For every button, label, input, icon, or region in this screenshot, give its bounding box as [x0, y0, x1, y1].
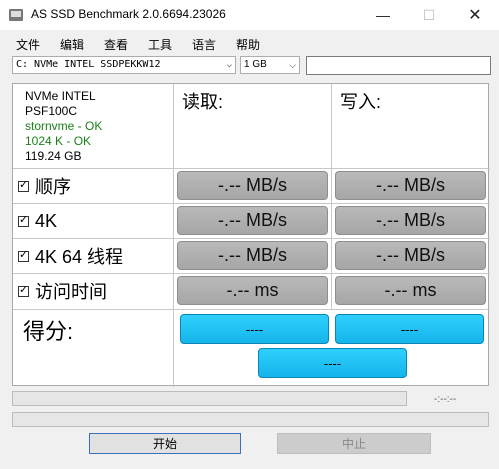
checkbox-checked-icon[interactable] [18, 283, 29, 297]
test-label: 4K 64 线程 [35, 247, 124, 267]
start-button[interactable]: 开始 [89, 433, 241, 454]
test-row-seq[interactable]: 顺序 [18, 173, 71, 199]
score-total: ---- [258, 348, 407, 378]
close-button[interactable]: ✕ [452, 0, 498, 30]
4k64-read-result: -.-- MB/s [177, 241, 328, 270]
checkbox-checked-icon[interactable] [18, 178, 29, 192]
checkbox-checked-icon[interactable] [18, 248, 29, 262]
abort-button[interactable]: 中止 [277, 433, 431, 454]
menu-edit[interactable]: 编辑 [60, 36, 84, 53]
checkbox-checked-icon[interactable] [18, 213, 29, 227]
read-column-header: 读取: [182, 92, 224, 112]
menu-help[interactable]: 帮助 [236, 36, 260, 53]
4k64-write-result: -.-- MB/s [335, 241, 486, 270]
4k-read-result: -.-- MB/s [177, 206, 328, 235]
progress-bar [12, 391, 407, 406]
test-row-4k[interactable]: 4K [18, 208, 57, 234]
menu-file[interactable]: 文件 [16, 36, 40, 53]
seq-read-result: -.-- MB/s [177, 171, 328, 200]
test-label: 4K [35, 210, 58, 231]
maximize-button[interactable]: ☐ [406, 0, 452, 30]
seq-write-result: -.-- MB/s [335, 171, 486, 200]
grid-divider [13, 238, 490, 239]
grid-divider [13, 203, 490, 204]
device-firmware: PSF100C [25, 104, 78, 118]
app-icon [9, 9, 23, 21]
drive-select-value: C: NVMe INTEL SSDPEKKW12 [16, 59, 161, 70]
access-read-result: -.-- ms [177, 276, 328, 305]
test-row-access-time[interactable]: 访问时间 [18, 278, 107, 304]
test-row-4k64[interactable]: 4K 64 线程 [18, 243, 123, 269]
chevron-down-icon: ⌵ [289, 60, 296, 70]
device-driver-status: stornvme - OK [25, 119, 103, 133]
window-title: AS SSD Benchmark 2.0.6694.23026 [31, 7, 226, 21]
benchmark-grid: NVMe INTEL PSF100C stornvme - OK 1024 K … [12, 83, 490, 387]
title-bar: AS SSD Benchmark 2.0.6694.23026 — ☐ ✕ [0, 0, 499, 30]
test-label: 顺序 [35, 177, 71, 197]
score-label: 得分: [23, 319, 74, 344]
progress-bar-secondary [12, 412, 489, 427]
menu-bar: 文件 编辑 查看 工具 语言 帮助 [0, 32, 499, 54]
chevron-down-icon: ⌵ [226, 60, 232, 70]
score-write: ---- [335, 314, 484, 344]
test-label: 访问时间 [35, 282, 107, 302]
size-select[interactable]: 1 GB ⌵ [240, 56, 300, 74]
menu-view[interactable]: 查看 [104, 36, 128, 53]
grid-divider [173, 84, 174, 387]
grid-divider [331, 84, 332, 309]
device-info: NVMe INTEL PSF100C stornvme - OK 1024 K … [25, 89, 102, 164]
drive-select[interactable]: C: NVMe INTEL SSDPEKKW12 ⌵ [12, 56, 236, 74]
minimize-button[interactable]: — [360, 0, 406, 30]
blank-input[interactable] [306, 56, 491, 75]
access-write-result: -.-- ms [335, 276, 486, 305]
grid-divider [13, 168, 490, 169]
elapsed-time: -:--:-- [434, 394, 457, 405]
grid-divider [13, 309, 490, 310]
grid-divider [13, 273, 490, 274]
device-alignment-status: 1024 K - OK [25, 134, 92, 148]
menu-tools[interactable]: 工具 [148, 36, 172, 53]
score-read: ---- [180, 314, 329, 344]
device-capacity: 119.24 GB [25, 149, 82, 163]
device-model: NVMe INTEL [25, 89, 96, 103]
write-column-header: 写入: [340, 92, 382, 112]
menu-language[interactable]: 语言 [192, 36, 216, 53]
4k-write-result: -.-- MB/s [335, 206, 486, 235]
size-select-value: 1 GB [244, 59, 267, 70]
